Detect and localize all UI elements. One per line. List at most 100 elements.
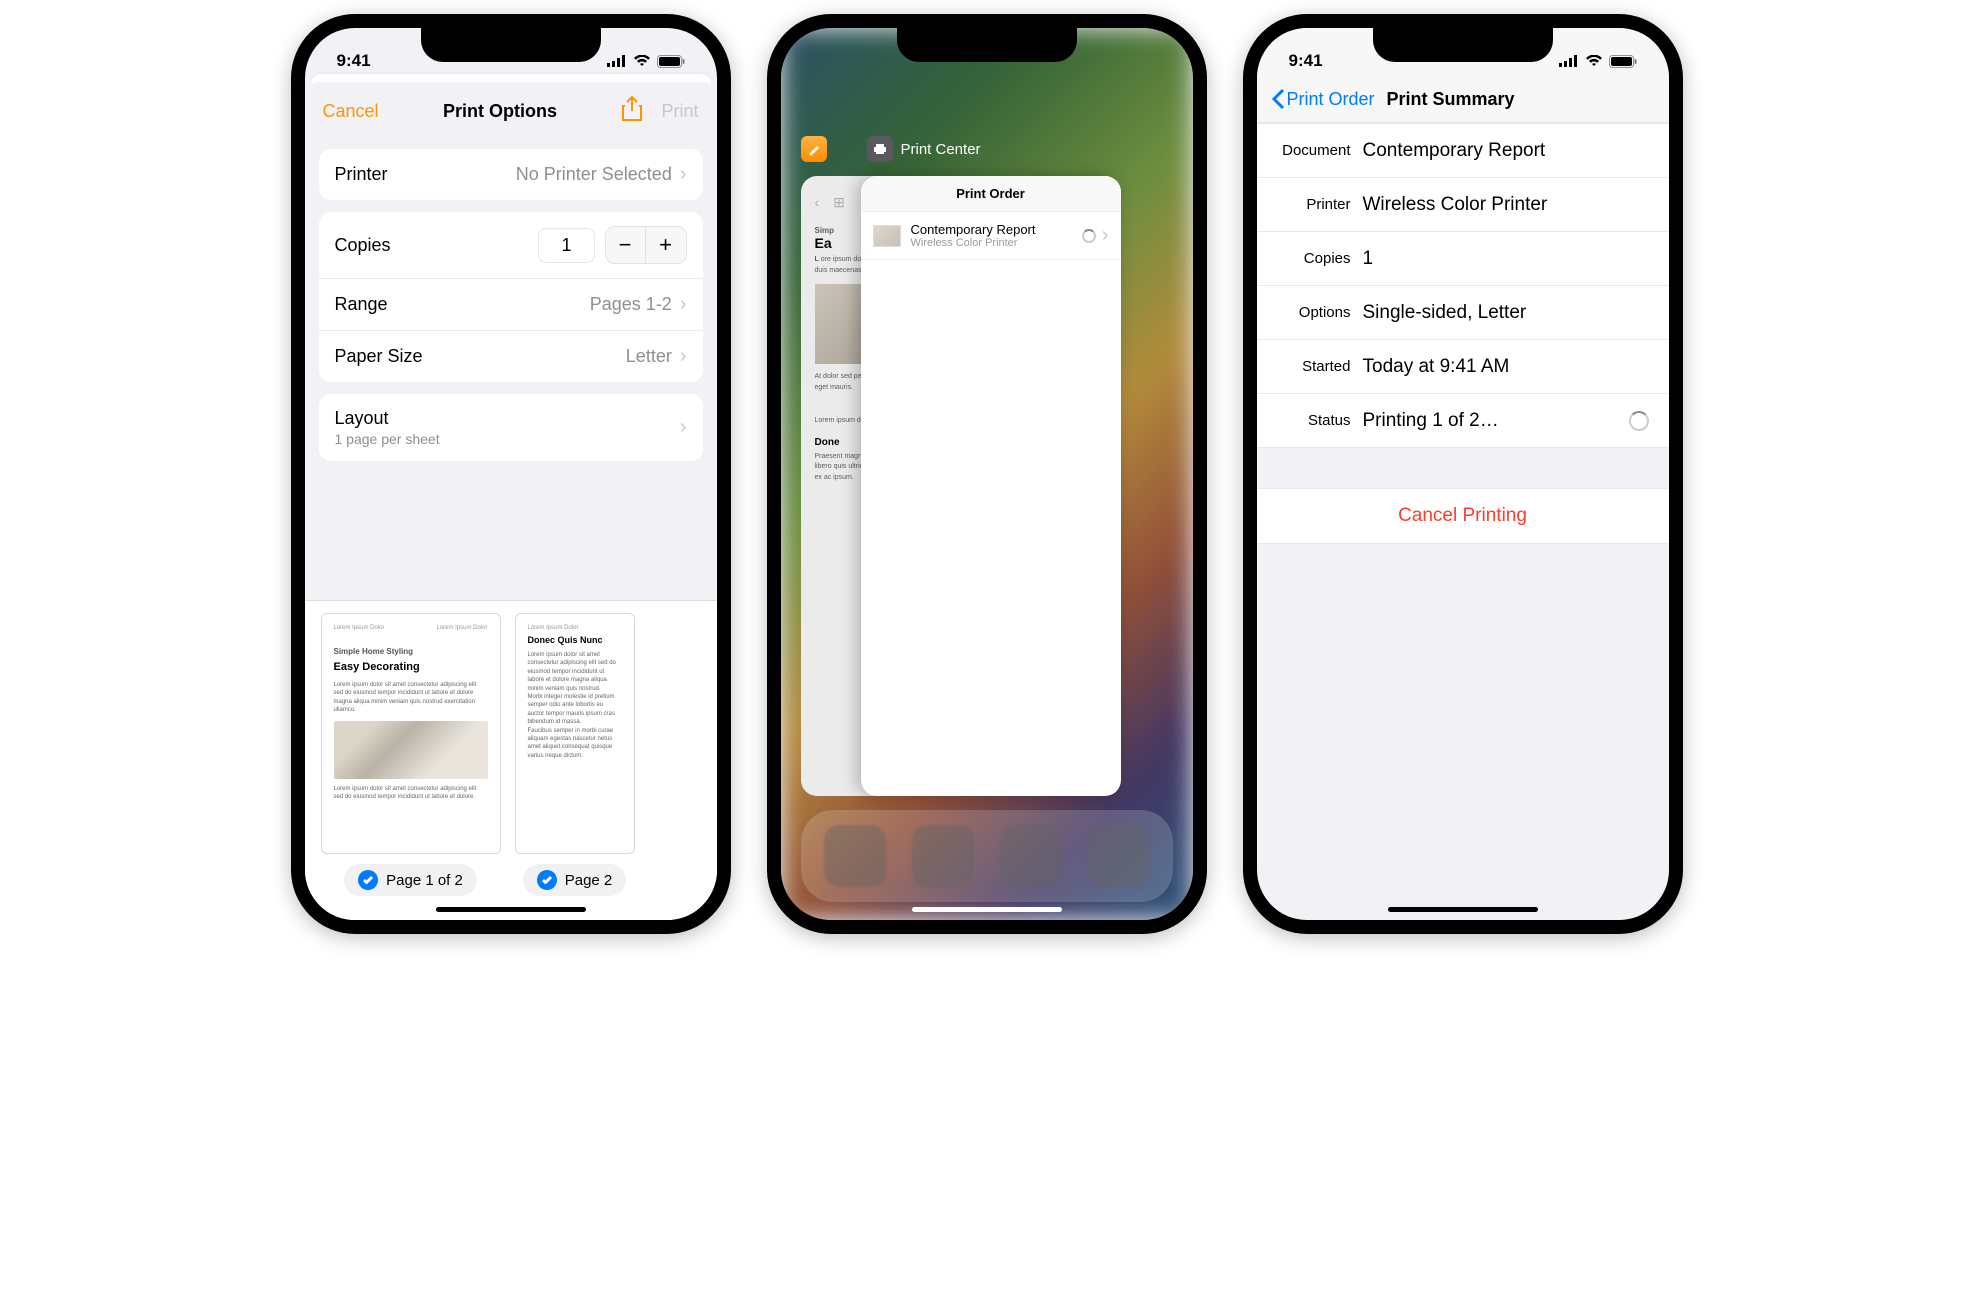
print-order-title: Print Order — [861, 176, 1121, 212]
row-document: Document Contemporary Report — [1257, 124, 1669, 178]
dock-app-3[interactable] — [1000, 825, 1062, 887]
copies-stepper: 1 − + — [538, 226, 686, 264]
cancel-button[interactable]: Cancel — [323, 101, 379, 122]
print-center-app-label[interactable]: Print Center — [867, 136, 981, 162]
pages-app-label[interactable] — [801, 136, 827, 162]
status-icons — [1559, 55, 1637, 68]
copies-value[interactable]: 1 — [538, 228, 594, 263]
page-thumbnail: Lorem Ipsum DolorLorem Ipsum Dolor Simpl… — [321, 613, 501, 854]
val-started: Today at 9:41 AM — [1363, 356, 1653, 378]
page-preview-2[interactable]: Lorem Ipsum Dolor Donec Quis Nunc Lorem … — [515, 613, 635, 896]
key-copies: Copies — [1257, 250, 1363, 267]
printer-row[interactable]: Printer No Printer Selected › — [319, 149, 703, 200]
page-thumbnail: Lorem Ipsum Dolor Donec Quis Nunc Lorem … — [515, 613, 635, 854]
cancel-printing-button[interactable]: Cancel Printing — [1257, 488, 1669, 544]
spinner-icon — [1082, 229, 1096, 243]
app-switcher[interactable]: Print Center ‹⊞ Simp Ea L ore ipsum dol … — [801, 136, 1173, 790]
share-icon — [621, 96, 643, 122]
settings-group: Copies 1 − + Range Pages 1-2 › Paper Size — [319, 212, 703, 382]
print-center-label-text: Print Center — [901, 141, 981, 158]
sheet-nav: Cancel Print Options Print — [305, 82, 717, 137]
summary-table: Document Contemporary Report Printer Wir… — [1257, 123, 1669, 448]
val-status: Printing 1 of 2… — [1363, 410, 1499, 432]
layout-label: Layout — [335, 408, 440, 429]
pages-app-icon — [801, 136, 827, 162]
page-1-pill[interactable]: Page 1 of 2 — [344, 864, 477, 896]
screen-3: 9:41 Print Order Print Summary Document … — [1257, 28, 1669, 920]
paper-size-row[interactable]: Paper Size Letter› — [319, 331, 703, 382]
phone-3: 9:41 Print Order Print Summary Document … — [1243, 14, 1683, 934]
home-indicator[interactable] — [436, 907, 586, 912]
row-status: Status Printing 1 of 2… — [1257, 394, 1669, 448]
printer-value: No Printer Selected — [516, 164, 672, 185]
cellular-icon — [1559, 55, 1579, 67]
range-label: Range — [335, 294, 388, 315]
back-button[interactable]: Print Order — [1271, 88, 1375, 110]
page-2-pill[interactable]: Page 2 — [523, 864, 627, 896]
print-center-app-card[interactable]: Print Order Contemporary Report Wireless… — [861, 176, 1121, 796]
chevron-right-icon: › — [1102, 224, 1109, 247]
notch — [421, 28, 601, 62]
chevron-right-icon: › — [680, 163, 687, 186]
page-preview-area[interactable]: Lorem Ipsum DolorLorem Ipsum Dolor Simpl… — [305, 600, 717, 920]
phone-2: Print Center ‹⊞ Simp Ea L ore ipsum dol … — [767, 14, 1207, 934]
chevron-right-icon: › — [680, 293, 687, 316]
range-row[interactable]: Range Pages 1-2 › — [319, 279, 703, 331]
copies-decrement-button[interactable]: − — [606, 227, 646, 263]
dock-app-1[interactable] — [824, 825, 886, 887]
chevron-left-icon — [1271, 88, 1285, 110]
checkmark-icon — [358, 870, 378, 890]
layout-row[interactable]: Layout 1 page per sheet › — [319, 394, 703, 461]
key-status: Status — [1257, 412, 1363, 429]
job-thumbnail — [873, 225, 901, 247]
wifi-icon — [1585, 55, 1603, 67]
status-time: 9:41 — [337, 51, 371, 71]
page-preview-1[interactable]: Lorem Ipsum DolorLorem Ipsum Dolor Simpl… — [321, 613, 501, 896]
print-button[interactable]: Print — [661, 101, 698, 122]
wifi-icon — [633, 55, 651, 67]
job-name: Contemporary Report — [911, 222, 1036, 237]
row-printer: Printer Wireless Color Printer — [1257, 178, 1669, 232]
val-printer: Wireless Color Printer — [1363, 194, 1653, 216]
page-2-label: Page 2 — [565, 872, 613, 889]
screen-2: Print Center ‹⊞ Simp Ea L ore ipsum dol … — [781, 28, 1193, 920]
row-copies: Copies 1 — [1257, 232, 1669, 286]
dock-app-2[interactable] — [912, 825, 974, 887]
dock-app-4[interactable] — [1088, 825, 1150, 887]
preview-image-placeholder — [334, 721, 488, 779]
printer-label: Printer — [335, 164, 388, 185]
print-job-row[interactable]: Contemporary Report Wireless Color Print… — [861, 212, 1121, 260]
row-started: Started Today at 9:41 AM — [1257, 340, 1669, 394]
key-options: Options — [1257, 304, 1363, 321]
page-1-label: Page 1 of 2 — [386, 872, 463, 889]
val-document: Contemporary Report — [1363, 140, 1653, 162]
battery-icon — [657, 55, 685, 68]
chevron-right-icon: › — [680, 416, 687, 439]
layout-group: Layout 1 page per sheet › — [319, 394, 703, 461]
copies-increment-button[interactable]: + — [646, 227, 686, 263]
row-options: Options Single-sided, Letter — [1257, 286, 1669, 340]
print-center-app-icon — [867, 136, 893, 162]
paper-size-value: Letter — [626, 346, 672, 367]
paper-size-label: Paper Size — [335, 346, 423, 367]
print-options-sheet: Cancel Print Options Print Printer No Pr… — [305, 82, 717, 920]
notch — [1373, 28, 1553, 62]
page2-heading: Donec Quis Nunc — [528, 634, 622, 647]
screen-1: 9:41 Cancel Print Options Print — [305, 28, 717, 920]
doc-title: Easy Decorating — [334, 660, 488, 675]
layout-sub: 1 page per sheet — [335, 431, 440, 447]
battery-icon — [1609, 55, 1637, 68]
key-printer: Printer — [1257, 196, 1363, 213]
home-indicator[interactable] — [912, 907, 1062, 912]
status-time: 9:41 — [1289, 51, 1323, 71]
spinner-icon — [1629, 411, 1649, 431]
checkmark-icon — [537, 870, 557, 890]
share-button[interactable] — [621, 96, 643, 127]
cellular-icon — [607, 55, 627, 67]
range-value: Pages 1-2 — [590, 294, 672, 315]
copies-label: Copies — [335, 235, 391, 256]
notch — [897, 28, 1077, 62]
printer-group: Printer No Printer Selected › — [319, 149, 703, 200]
key-document: Document — [1257, 142, 1363, 159]
home-indicator[interactable] — [1388, 907, 1538, 912]
